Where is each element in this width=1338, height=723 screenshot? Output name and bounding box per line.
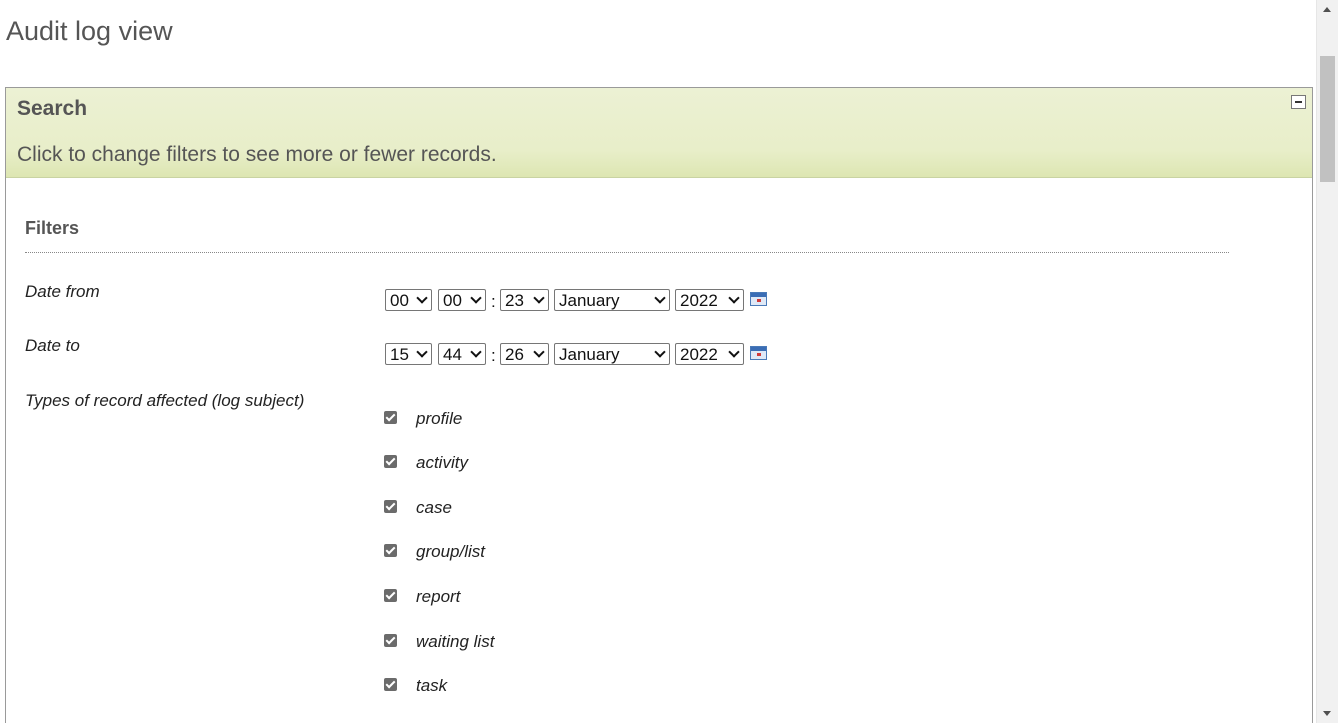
- time-separator: :: [491, 292, 496, 311]
- record-types-label: Types of record affected (log subject): [25, 391, 305, 410]
- search-panel-title[interactable]: Search: [17, 97, 87, 121]
- date-to-year-value: 2022: [680, 345, 718, 364]
- search-panel: Search Click to change filters to see mo…: [5, 87, 1313, 723]
- date-from-year-value: 2022: [680, 291, 718, 310]
- date-to-hour-select[interactable]: 15: [385, 343, 432, 365]
- date-to-month-select[interactable]: January: [554, 343, 670, 365]
- audit-log-page: Audit log view Search Click to change fi…: [0, 0, 1338, 723]
- date-from-month-select[interactable]: January: [554, 289, 670, 311]
- date-from-minute-select[interactable]: 00: [438, 289, 486, 311]
- scrollbar-thumb[interactable]: [1320, 56, 1335, 182]
- checkbox-group-list[interactable]: [384, 544, 397, 557]
- minus-icon[interactable]: [1291, 95, 1306, 109]
- checkbox-activity[interactable]: [384, 455, 397, 468]
- search-panel-header[interactable]: Search Click to change filters to see mo…: [6, 88, 1312, 178]
- checkbox-label-activity[interactable]: activity: [416, 453, 468, 473]
- chevron-down-icon: [416, 292, 428, 304]
- scroll-down-arrow-icon[interactable]: [1323, 711, 1331, 716]
- checkbox-report[interactable]: [384, 589, 397, 602]
- chevron-down-icon: [728, 292, 740, 304]
- date-to-minute-value: 44: [443, 345, 462, 364]
- chevron-down-icon: [470, 346, 482, 358]
- calendar-icon[interactable]: [750, 292, 767, 306]
- date-from-minute-value: 00: [443, 291, 462, 310]
- date-from-day-select[interactable]: 23: [500, 289, 549, 311]
- date-to-label: Date to: [25, 336, 80, 355]
- calendar-icon[interactable]: [750, 346, 767, 360]
- page-title: Audit log view: [6, 16, 173, 46]
- checkbox-label-group-list[interactable]: group/list: [416, 542, 485, 562]
- checkbox-task[interactable]: [384, 678, 397, 691]
- date-from-label: Date from: [25, 282, 100, 301]
- chevron-down-icon: [728, 346, 740, 358]
- filters-divider: [25, 252, 1229, 253]
- date-to-minute-select[interactable]: 44: [438, 343, 486, 365]
- checkbox-label-report[interactable]: report: [416, 587, 460, 607]
- checkbox-label-task[interactable]: task: [416, 676, 447, 696]
- date-to-hour-value: 15: [390, 345, 409, 364]
- date-from-day-value: 23: [505, 291, 524, 310]
- search-panel-description[interactable]: Click to change filters to see more or f…: [17, 143, 497, 167]
- checkbox-label-profile[interactable]: profile: [416, 409, 462, 429]
- scroll-up-arrow-icon[interactable]: [1323, 7, 1331, 12]
- vertical-scrollbar[interactable]: [1316, 0, 1338, 723]
- date-from-year-select[interactable]: 2022: [675, 289, 744, 311]
- filters-heading: Filters: [25, 218, 80, 238]
- date-to-day-select[interactable]: 26: [500, 343, 549, 365]
- checkbox-profile[interactable]: [384, 411, 397, 424]
- checkbox-label-case[interactable]: case: [416, 498, 452, 518]
- chevron-down-icon: [416, 346, 428, 358]
- checkbox-waiting-list[interactable]: [384, 634, 397, 647]
- checkbox-label-waiting-list[interactable]: waiting list: [416, 632, 494, 652]
- time-separator: :: [491, 346, 496, 365]
- chevron-down-icon: [533, 346, 545, 358]
- chevron-down-icon: [654, 346, 666, 358]
- date-to-year-select[interactable]: 2022: [675, 343, 744, 365]
- date-from-hour-select[interactable]: 00: [385, 289, 432, 311]
- checkbox-case[interactable]: [384, 500, 397, 513]
- date-to-month-value: January: [559, 345, 620, 364]
- date-from-hour-value: 00: [390, 291, 409, 310]
- date-to-day-value: 26: [505, 345, 524, 364]
- chevron-down-icon: [533, 292, 545, 304]
- date-from-month-value: January: [559, 291, 620, 310]
- chevron-down-icon: [470, 292, 482, 304]
- chevron-down-icon: [654, 292, 666, 304]
